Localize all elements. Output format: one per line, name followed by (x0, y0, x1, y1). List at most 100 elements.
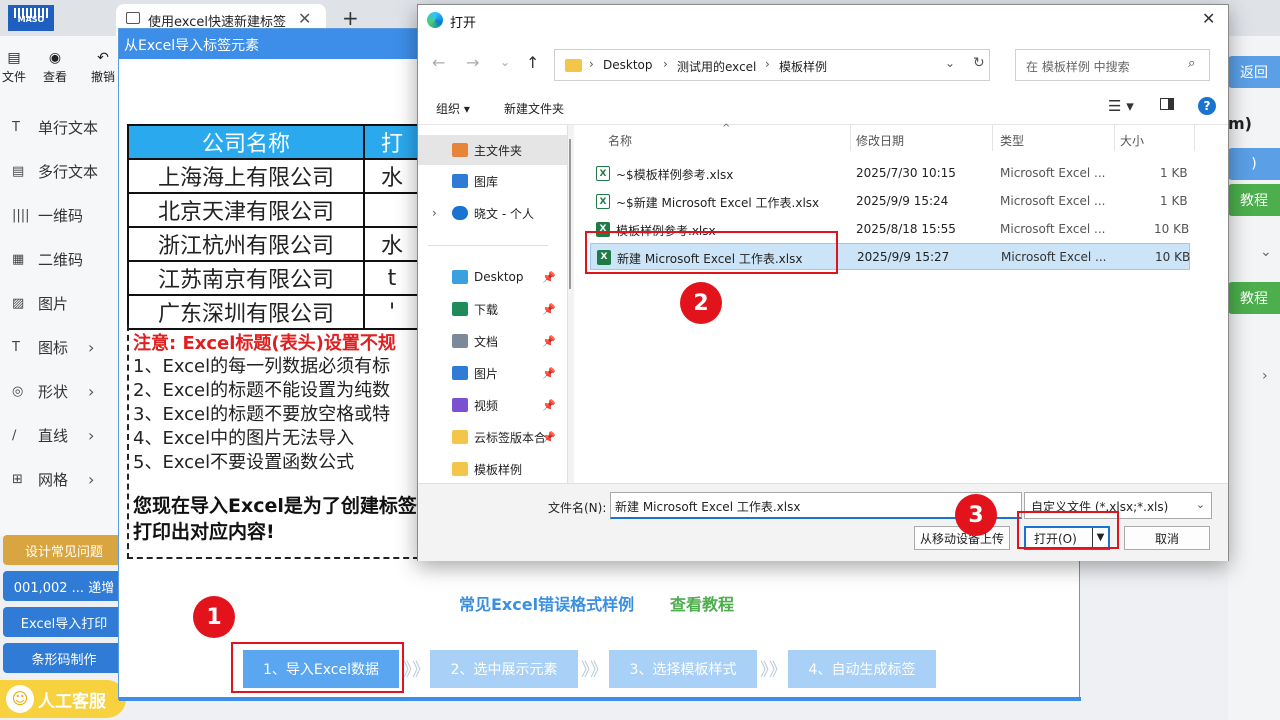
highlight-box-selected-file (585, 231, 838, 274)
view-tutorial-link[interactable]: 查看教程 (670, 591, 734, 615)
sidebar-item-image[interactable]: ▨ 图片 (0, 283, 125, 323)
table-cell: 上海海上有限公司 (127, 158, 365, 194)
nav-item-home[interactable]: 主文件夹 (418, 135, 567, 165)
column-divider[interactable] (1114, 125, 1115, 151)
customer-service-button[interactable]: ☺ 人工客服 (0, 680, 126, 718)
sidebar-item-barcode[interactable]: |||| 一维码 (0, 195, 125, 235)
barcode-maker-button[interactable]: 条形码制作 (3, 643, 125, 673)
up-arrow-icon[interactable]: ↑ (526, 53, 539, 72)
nav-pane-scrollbar[interactable] (566, 125, 574, 483)
chevron-down-icon[interactable]: ⌄ (1260, 244, 1272, 260)
sidebar-item-multi-line-text[interactable]: ▤ 多行文本 (0, 151, 125, 191)
refresh-icon[interactable]: ↻ (973, 55, 985, 71)
badge-number: 3 (968, 502, 984, 528)
close-icon[interactable]: ✕ (1202, 9, 1215, 28)
sidebar-item-lines[interactable]: ∕ 直线 › (0, 415, 125, 455)
cancel-button[interactable]: 取消 (1124, 526, 1210, 550)
column-header-size[interactable]: 大小 (1120, 132, 1144, 149)
search-icon: ⌕ (1188, 56, 1196, 71)
recent-chevron-icon[interactable]: ⌄ (500, 55, 510, 69)
back-arrow-icon[interactable]: ← (432, 53, 445, 72)
error-samples-link[interactable]: 常见Excel错误格式样例 (459, 591, 634, 615)
breadcrumb-desktop[interactable]: Desktop (603, 58, 653, 72)
column-header-modified[interactable]: 修改日期 (856, 132, 904, 149)
nav-item-template-samples[interactable]: 模板样例 (418, 454, 567, 483)
table-cell: 水 (363, 158, 421, 194)
increment-button[interactable]: 001,002 ... 递增 (3, 571, 125, 601)
sidebar-item-label: 直线 (38, 426, 69, 445)
preview-pane-icon[interactable] (1160, 98, 1174, 110)
nav-item-videos[interactable]: 视频 📌 (418, 390, 567, 420)
search-placeholder: 在 模板样例 中搜索 (1026, 60, 1130, 74)
undo-button[interactable]: ↶ 撤销 (83, 50, 123, 85)
new-folder-button[interactable]: 新建文件夹 (504, 100, 564, 117)
chevron-right-icon: › (88, 469, 95, 489)
right-panel-button[interactable]: ) (1228, 148, 1280, 180)
step-generate-labels[interactable]: 4、自动生成标签 (788, 650, 936, 688)
nav-item-label: 视频 (474, 398, 499, 413)
scrollbar-thumb[interactable] (569, 139, 571, 289)
sidebar-item-single-line-text[interactable]: T 单行文本 (0, 107, 125, 147)
nav-item-gallery[interactable]: 图库 (418, 166, 567, 196)
sidebar-item-label: 多行文本 (38, 162, 99, 181)
increment-label: 001,002 ... 递增 (13, 580, 115, 596)
excel-file-icon: X (596, 194, 610, 209)
nav-item-downloads[interactable]: 下载 📌 (418, 294, 567, 324)
nav-item-documents[interactable]: 文档 📌 (418, 326, 567, 356)
search-box[interactable]: 在 模板样例 中搜索 ⌕ (1015, 49, 1210, 81)
view-button[interactable]: ◉ 查看 (35, 50, 75, 85)
file-button[interactable]: ▤ 文件 (0, 50, 34, 85)
file-size: 10 KB (1155, 250, 1191, 264)
address-bar[interactable]: › Desktop › 测试用的excel › 模板样例 ⌄ ↻ (554, 49, 990, 81)
breadcrumb-test-excel[interactable]: 测试用的excel (677, 58, 756, 75)
sidebar-item-grid[interactable]: ⊞ 网格 › (0, 459, 125, 499)
annotation-badge-2: 2 (680, 282, 722, 324)
file-row[interactable]: X ~$新建 Microsoft Excel 工作表.xlsx 2025/9/9… (590, 188, 1190, 215)
table-row: 广东深圳有限公司 ' (127, 294, 421, 330)
view-options-icon[interactable]: ☰ ▾ (1108, 97, 1134, 115)
new-tab-icon[interactable]: + (342, 6, 359, 30)
sidebar-item-icons[interactable]: T 图标 › (0, 327, 125, 367)
step-select-elements[interactable]: 2、选中展示元素 (430, 650, 578, 688)
column-divider[interactable] (992, 125, 993, 151)
column-header-type[interactable]: 类型 (1000, 132, 1024, 149)
file-type: Microsoft Excel ... (1000, 166, 1106, 180)
chevron-right-icon[interactable]: › (1262, 368, 1268, 384)
excel-import-print-button[interactable]: Excel导入打印 (3, 607, 125, 637)
sidebar-item-qrcode[interactable]: ▦ 二维码 (0, 239, 125, 279)
icon-library-icon: T (12, 339, 20, 355)
nav-item-pictures[interactable]: 图片 📌 (418, 358, 567, 388)
back-button[interactable]: 返回 (1228, 56, 1280, 88)
sort-ascending-icon: ^ (722, 123, 731, 134)
nav-item-onedrive[interactable]: › 晓文 - 个人 (418, 198, 567, 228)
filename-label: 文件名(N): (548, 501, 607, 515)
nav-item-cloud-label-folder[interactable]: 云标签版本合 📌 (418, 422, 567, 452)
annotation-badge-1: 1 (193, 596, 235, 638)
sidebar-item-shapes[interactable]: ◎ 形状 › (0, 371, 125, 411)
organize-menu[interactable]: 组织 ▾ (436, 100, 470, 117)
notes-footer-line: 您现在导入Excel是为了创建标签 (133, 495, 417, 517)
column-divider[interactable] (1194, 125, 1195, 151)
note-line: 5、Excel不要设置函数公式 (133, 452, 355, 473)
nav-item-desktop[interactable]: Desktop 📌 (418, 262, 567, 292)
column-divider[interactable] (850, 125, 851, 151)
pin-icon: 📌 (542, 270, 556, 284)
chevron-down-icon[interactable]: ⌄ (945, 56, 955, 70)
step-choose-template[interactable]: 3、选择模板样式 (609, 650, 757, 688)
note-line: 1、Excel的每一列数据必须有标 (133, 356, 391, 377)
tutorial-button-1[interactable]: 教程 (1228, 184, 1280, 216)
tab-close-icon[interactable]: ✕ (298, 9, 311, 28)
pin-icon: 📌 (542, 334, 556, 348)
file-icon: ▤ (7, 50, 21, 66)
file-row[interactable]: X ~$模板样例参考.xlsx 2025/7/30 10:15 Microsof… (590, 160, 1190, 187)
design-faq-button[interactable]: 设计常见问题 (3, 535, 125, 565)
forward-arrow-icon[interactable]: → (466, 53, 479, 72)
tutorial-button-2[interactable]: 教程 (1228, 282, 1280, 314)
sidebar-item-label: 形状 (38, 382, 69, 401)
folder-icon (565, 59, 582, 72)
help-icon[interactable]: ? (1198, 97, 1216, 115)
breadcrumb-template-samples[interactable]: 模板样例 (779, 58, 827, 75)
expand-chevron-icon[interactable]: › (432, 206, 452, 220)
barcode-maker-label: 条形码制作 (31, 652, 97, 668)
column-header-name[interactable]: 名称 (608, 132, 632, 149)
